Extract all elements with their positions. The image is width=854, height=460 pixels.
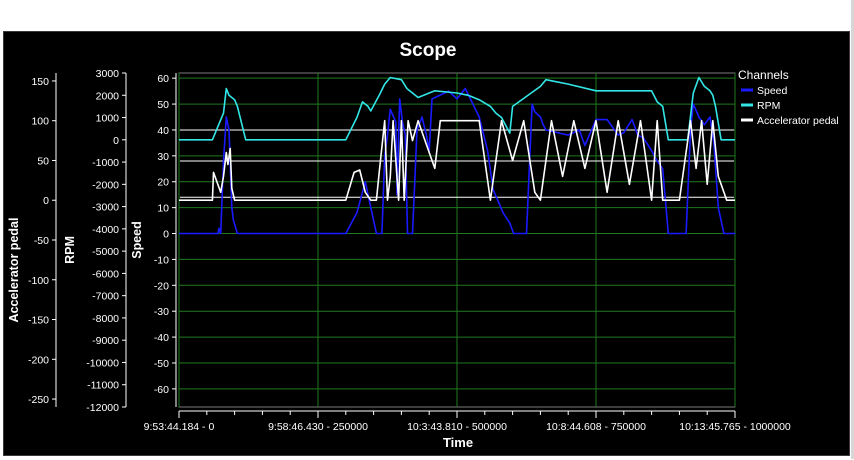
legend-item-accelerator-pedal: Accelerator pedal: [741, 115, 839, 127]
y-tick-label: 0: [113, 135, 119, 147]
y-tick-label: -2000: [92, 179, 119, 191]
x-axis-label: Time: [443, 435, 473, 450]
y-tick-label: -60: [154, 384, 169, 396]
y-axis-label-speed: Speed: [130, 221, 144, 259]
y-tick-label: 50: [157, 99, 169, 111]
legend-item-rpm: RPM: [741, 100, 780, 112]
y-tick-label: -10000: [86, 357, 119, 369]
y-tick-label: -150: [28, 315, 49, 327]
legend-label: Accelerator pedal: [757, 115, 839, 127]
x-tick-label: 10:3:43.810 - 500000: [407, 421, 507, 433]
y-tick-label: -30: [154, 306, 169, 318]
y-axis-label-rpm: RPM: [63, 236, 77, 264]
y-tick-label: -10: [154, 254, 169, 266]
y-tick-label: -9000: [92, 335, 119, 347]
y-tick-label: 10: [157, 203, 169, 215]
y-axis-speed: 60 50 40 30 20 10 0 -10 -20 -30 -40 -50 -60 Speed: [130, 73, 177, 407]
x-axis: 9:53:44.184 - 0 9:58:46.430 - 250000 10:3:…: [144, 410, 791, 433]
legend: Channels Speed RPM Accelerator pedal: [738, 68, 839, 127]
y-axes: 150100500-50-100-150-200-250Accelerator …: [7, 68, 177, 414]
y-tick-label: 40: [157, 125, 169, 137]
y-axis-rpm: 3000 2000 1000 0 -1000 -2000 -3000 -4000 -5000 -6…: [63, 68, 127, 414]
y-tick-label: -40: [154, 332, 169, 344]
y-tick-label: -4000: [92, 224, 119, 236]
y-tick-label: 30: [157, 151, 169, 163]
y-tick-label: -50: [154, 358, 169, 370]
y-tick-label: 50: [37, 155, 49, 167]
y-tick-label: 3000: [96, 68, 120, 80]
y-tick-label: 0: [43, 195, 49, 207]
y-tick-label: -7000: [92, 291, 119, 303]
y-tick-label: -200: [28, 354, 49, 366]
y-tick-label: -3000: [92, 202, 119, 214]
legend-title: Channels: [738, 68, 789, 82]
y-tick-label: 60: [157, 73, 169, 85]
y-tick-label: -100: [28, 275, 49, 287]
x-tick-label: 9:53:44.184 - 0: [144, 421, 215, 433]
legend-label: Speed: [757, 85, 788, 97]
legend-label: RPM: [757, 100, 780, 112]
y-tick-label: 1000: [96, 113, 120, 125]
y-tick-label: -8000: [92, 313, 119, 325]
y-tick-label: 0: [163, 229, 169, 241]
y-axis-accelerator: 150 100 50 0 -50 -100 -150 -200 -250 Accelerator …: [7, 73, 57, 407]
legend-item-speed: Speed: [741, 85, 788, 97]
scope-chart[interactable]: Scope 150100500-50-100-150-200-250Accele…: [4, 32, 849, 455]
y-tick-label: -50: [34, 235, 49, 247]
y-tick-label: 20: [157, 177, 169, 189]
y-tick-label: 2000: [96, 90, 120, 102]
y-tick-label: -1000: [92, 157, 119, 169]
y-tick-label: 150: [31, 76, 49, 88]
scope-panel: Scope 150 100 50 0 -50 -100 -150 -200 -250 Accele…: [3, 31, 850, 456]
chart-title: Scope: [399, 40, 456, 61]
y-tick-label: -6000: [92, 268, 119, 280]
x-tick-label: 9:58:46.430 - 250000: [268, 421, 368, 433]
y-tick-label: -20: [154, 280, 169, 292]
x-tick-label: 10:13:45.765 - 1000000: [679, 421, 791, 433]
y-tick-label: -12000: [86, 402, 119, 414]
y-tick-label: 100: [31, 116, 49, 128]
y-axis-label-accelerator: Accelerator pedal: [7, 218, 21, 323]
x-tick-label: 10:8:44.608 - 750000: [546, 421, 646, 433]
y-tick-label: -250: [28, 394, 49, 406]
y-tick-label: -5000: [92, 246, 119, 258]
y-tick-label: -11000: [87, 380, 119, 392]
